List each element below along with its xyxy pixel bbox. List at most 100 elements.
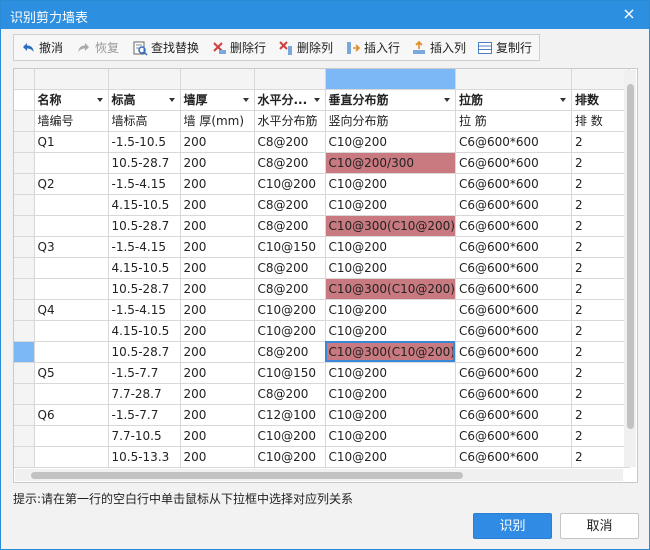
table-cell[interactable]: C10@200: [325, 383, 456, 405]
copy-row-button[interactable]: 复制行: [477, 38, 532, 58]
table-cell[interactable]: 200: [180, 152, 255, 174]
column-selector-1[interactable]: [108, 69, 181, 90]
table-cell[interactable]: C8@200: [254, 131, 326, 153]
vertical-scroll-thumb[interactable]: [627, 84, 634, 429]
row-header[interactable]: [14, 425, 35, 447]
table-cell[interactable]: C10@300(C10@200): [325, 215, 456, 237]
table-cell[interactable]: 2: [571, 362, 630, 384]
table-cell[interactable]: C6@600*600: [455, 383, 572, 405]
table-cell[interactable]: C6@600*600: [455, 131, 572, 153]
table-cell[interactable]: C10@150: [254, 362, 326, 384]
table-cell[interactable]: C8@200: [254, 341, 326, 363]
insert-row-button[interactable]: 插入行: [345, 38, 400, 58]
table-cell[interactable]: 200: [180, 341, 255, 363]
table-cell[interactable]: C10@300(C10@200): [325, 278, 456, 300]
table-cell[interactable]: 200: [180, 131, 255, 153]
table-cell[interactable]: C8@200: [254, 194, 326, 216]
dropdown-arrow-icon[interactable]: [168, 97, 175, 102]
table-cell[interactable]: 2: [571, 341, 630, 363]
table-cell[interactable]: 200: [180, 236, 255, 258]
table-cell[interactable]: C10@200: [325, 257, 456, 279]
column-selector-0[interactable]: [34, 69, 109, 90]
dropdown-arrow-icon[interactable]: [443, 97, 450, 102]
table-cell[interactable]: C10@200: [325, 299, 456, 321]
table-grid[interactable]: 名称 标高 墙厚 水平分... 垂直分布筋 拉筋 排数 墙编号 墙标高墙 厚(mm) 水平分布筋竖…: [13, 68, 638, 483]
row-header[interactable]: [14, 341, 35, 363]
table-cell[interactable]: 2: [571, 446, 630, 468]
row-header[interactable]: [14, 152, 35, 174]
table-cell[interactable]: Q6: [34, 404, 109, 426]
table-cell[interactable]: [34, 320, 109, 342]
table-cell[interactable]: -1.5-4.15: [108, 236, 181, 258]
table-cell[interactable]: C10@200: [325, 446, 456, 468]
dropdown-arrow-icon[interactable]: [559, 97, 566, 102]
table-cell[interactable]: 2: [571, 320, 630, 342]
table-cell[interactable]: [34, 152, 109, 174]
table-cell[interactable]: C10@200: [325, 320, 456, 342]
table-cell[interactable]: C6@600*600: [455, 299, 572, 321]
row-header[interactable]: [14, 320, 35, 342]
table-cell[interactable]: Q2: [34, 173, 109, 195]
table-cell[interactable]: C8@200: [254, 257, 326, 279]
column-header-3[interactable]: 水平分...: [254, 89, 326, 111]
table-cell[interactable]: C8@200: [254, 152, 326, 174]
table-cell[interactable]: C10@200: [325, 425, 456, 447]
table-cell[interactable]: 4.15-10.5: [108, 194, 181, 216]
table-cell[interactable]: 200: [180, 383, 255, 405]
column-header-5[interactable]: 拉筋: [455, 89, 572, 111]
table-cell[interactable]: C6@600*600: [455, 341, 572, 363]
table-cell[interactable]: C6@600*600: [455, 425, 572, 447]
table-cell[interactable]: [34, 257, 109, 279]
table-cell[interactable]: [34, 446, 109, 468]
table-cell[interactable]: 200: [180, 278, 255, 300]
column-header-0[interactable]: 名称: [34, 89, 109, 111]
row-header[interactable]: [14, 257, 35, 279]
table-cell[interactable]: 200: [180, 404, 255, 426]
table-cell[interactable]: 10.5-13.3: [108, 446, 181, 468]
table-cell[interactable]: C6@600*600: [455, 278, 572, 300]
table-cell[interactable]: 4.15-10.5: [108, 320, 181, 342]
row-header[interactable]: [14, 299, 35, 321]
column-selector-3[interactable]: [254, 69, 326, 90]
table-cell[interactable]: -1.5-4.15: [108, 173, 181, 195]
close-icon[interactable]: ×: [619, 4, 639, 24]
subheader-cell[interactable]: 拉 筋: [455, 110, 572, 132]
row-header[interactable]: [14, 236, 35, 258]
vertical-scrollbar[interactable]: [624, 70, 636, 467]
table-cell[interactable]: C10@200: [325, 362, 456, 384]
column-selector-4[interactable]: [325, 69, 456, 90]
table-cell[interactable]: -1.5-7.7: [108, 404, 181, 426]
table-cell[interactable]: C10@200: [325, 194, 456, 216]
row-header[interactable]: [14, 131, 35, 153]
subheader-cell[interactable]: 墙编号: [34, 110, 109, 132]
table-cell[interactable]: Q3: [34, 236, 109, 258]
table-cell[interactable]: 2: [571, 383, 630, 405]
table-cell[interactable]: [34, 383, 109, 405]
table-cell[interactable]: C6@600*600: [455, 152, 572, 174]
table-cell[interactable]: 2: [571, 404, 630, 426]
table-cell[interactable]: [34, 341, 109, 363]
table-cell[interactable]: C6@600*600: [455, 257, 572, 279]
table-cell[interactable]: C6@600*600: [455, 446, 572, 468]
table-cell[interactable]: C6@600*600: [455, 320, 572, 342]
column-header-6[interactable]: 排数: [571, 89, 630, 111]
column-header-2[interactable]: 墙厚: [180, 89, 255, 111]
table-cell[interactable]: 2: [571, 257, 630, 279]
redo-button[interactable]: 恢复: [76, 38, 119, 58]
dropdown-arrow-icon[interactable]: [242, 97, 249, 102]
table-cell[interactable]: 7.7-10.5: [108, 425, 181, 447]
table-cell[interactable]: C6@600*600: [455, 215, 572, 237]
find-replace-button[interactable]: 查找替换: [132, 38, 199, 58]
row-header[interactable]: [14, 215, 35, 237]
table-cell[interactable]: 2: [571, 278, 630, 300]
table-cell[interactable]: 4.15-10.5: [108, 257, 181, 279]
undo-button[interactable]: 撤消: [20, 38, 63, 58]
table-cell[interactable]: C10@300(C10@200): [325, 341, 456, 363]
table-cell[interactable]: C6@600*600: [455, 236, 572, 258]
table-cell[interactable]: C10@200: [325, 131, 456, 153]
table-cell[interactable]: C10@200/300: [325, 152, 456, 174]
table-cell[interactable]: 7.7-28.7: [108, 383, 181, 405]
delete-column-button[interactable]: 删除列: [278, 38, 333, 58]
table-cell[interactable]: -1.5-4.15: [108, 299, 181, 321]
table-cell[interactable]: 200: [180, 362, 255, 384]
